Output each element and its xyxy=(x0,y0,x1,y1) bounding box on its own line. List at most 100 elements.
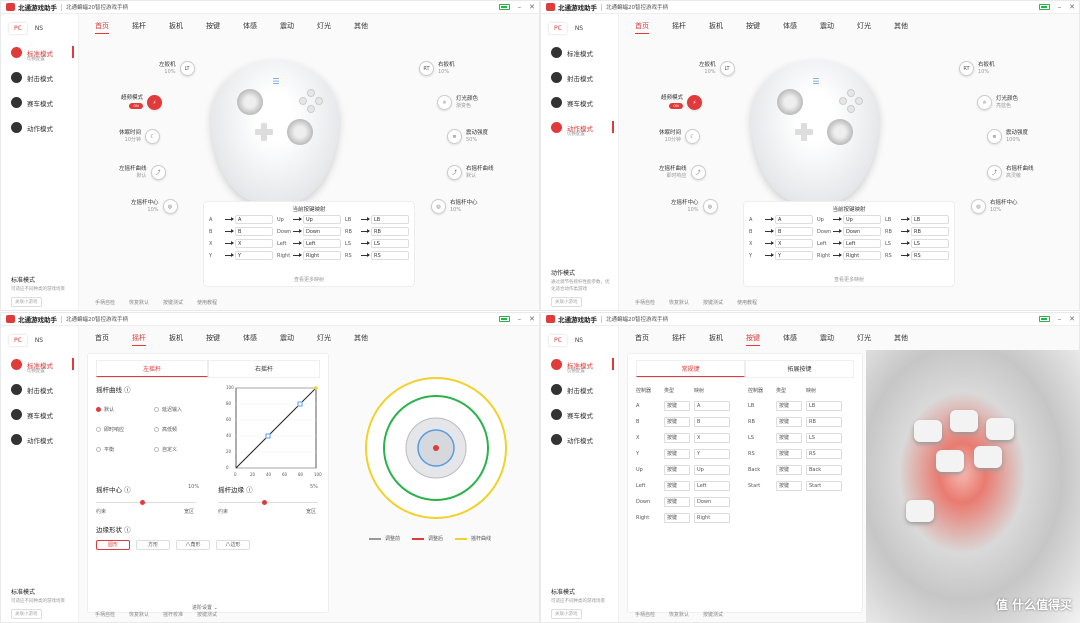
tab-item[interactable]: 体感 xyxy=(243,333,257,346)
tab-item[interactable]: 灯光 xyxy=(317,333,331,346)
key-target[interactable]: A xyxy=(235,215,273,224)
mode-item[interactable]: 赛车模式 xyxy=(11,90,78,115)
key-target[interactable]: Up xyxy=(843,215,881,224)
setting-widget[interactable]: ⤴ 左摇杆曲线 默认 xyxy=(119,165,166,180)
key-type[interactable]: 按键 xyxy=(664,497,690,507)
key-mapping[interactable]: Up xyxy=(694,465,730,475)
key-target[interactable]: X xyxy=(775,239,813,248)
curve-point[interactable] xyxy=(297,401,303,407)
key-target[interactable]: Left xyxy=(303,239,341,248)
key-mapping[interactable]: Back xyxy=(806,465,842,475)
key-target[interactable]: Up xyxy=(303,215,341,224)
curve-option[interactable]: 延迟输入 xyxy=(154,406,182,413)
setting-widget[interactable]: ⤴ 右摇杆曲线 高灵敏 xyxy=(987,165,1034,180)
key-map-more[interactable]: 查看更多映射 xyxy=(744,276,954,283)
toggle-switch[interactable]: ON xyxy=(129,103,144,110)
tab-item[interactable]: 其他 xyxy=(354,333,368,346)
key-type[interactable]: 按键 xyxy=(776,481,802,491)
slider-knob[interactable] xyxy=(262,500,267,505)
mode-item[interactable]: 动作模式 xyxy=(11,427,78,452)
mode-item[interactable]: 标准模式 切换配置 xyxy=(11,40,78,65)
key-target[interactable]: Down xyxy=(843,227,881,236)
setting-widget[interactable]: ⚡ 超频模式 ON xyxy=(121,95,163,111)
key-type[interactable]: 按键 xyxy=(776,465,802,475)
key-target[interactable]: Left xyxy=(843,239,881,248)
footer-link[interactable]: 手柄自检 xyxy=(635,611,655,618)
key-target[interactable]: Right xyxy=(303,251,341,260)
key-target[interactable]: X xyxy=(235,239,273,248)
curve-option[interactable]: 平衡 xyxy=(96,446,114,453)
footer-link[interactable]: 恢复默认 xyxy=(669,611,689,618)
tab-item[interactable]: 震动 xyxy=(280,21,294,34)
footer-link[interactable]: 摇杆校准 xyxy=(163,611,183,618)
tab-item[interactable]: 其他 xyxy=(354,21,368,34)
footer-link[interactable]: 使用教程 xyxy=(197,299,217,306)
footer-link[interactable]: 手柄自检 xyxy=(95,299,115,306)
footer-link[interactable]: 恢复默认 xyxy=(129,299,149,306)
key-target[interactable]: Y xyxy=(775,251,813,260)
tab-item[interactable]: 震动 xyxy=(820,21,834,34)
setting-widget[interactable]: LT 左扳机 10% xyxy=(699,61,735,76)
footer-link[interactable]: 按键测试 xyxy=(703,611,723,618)
key-target[interactable]: LS xyxy=(911,239,949,248)
setting-widget[interactable]: ☼ 灯光颜色 亮蓝色 xyxy=(977,95,1018,110)
key-mapping[interactable]: Y xyxy=(694,449,730,459)
key-target[interactable]: LS xyxy=(371,239,409,248)
platform-pc[interactable]: PC xyxy=(9,335,27,346)
tab-item[interactable]: 体感 xyxy=(243,21,257,34)
tab-item[interactable]: 首页 xyxy=(95,333,109,346)
advanced-settings-link[interactable]: 进阶设置 ⌄ xyxy=(192,604,218,611)
key-type[interactable]: 按键 xyxy=(664,401,690,411)
key-type[interactable]: 按键 xyxy=(664,417,690,427)
key-type[interactable]: 按键 xyxy=(664,465,690,475)
footer-link[interactable]: 按键测试 xyxy=(163,299,183,306)
setting-widget[interactable]: RT 右扳机 10% xyxy=(419,61,455,76)
mode-item[interactable]: 动作模式 xyxy=(11,115,78,140)
key-target[interactable]: B xyxy=(235,227,273,236)
setting-widget[interactable]: ⤴ 左摇杆曲线 即时响应 xyxy=(659,165,706,180)
minimize-icon[interactable]: – xyxy=(1058,315,1062,323)
key-target[interactable]: LB xyxy=(371,215,409,224)
setting-widget[interactable]: ☾ 休眠时间 10分钟 xyxy=(659,129,701,144)
close-icon[interactable]: ✕ xyxy=(529,3,535,11)
key-type[interactable]: 按键 xyxy=(664,513,690,523)
setting-widget[interactable]: ◎ 左摇杆中心 10% xyxy=(131,199,178,214)
key-target[interactable]: RS xyxy=(911,251,949,260)
key-mapping[interactable]: LS xyxy=(806,433,842,443)
key-tab[interactable]: 拓展按键 xyxy=(745,360,854,377)
key-mapping[interactable]: RB xyxy=(806,417,842,427)
footer-link[interactable]: 手柄自检 xyxy=(95,611,115,618)
tab-item[interactable]: 首页 xyxy=(635,21,649,34)
key-target[interactable]: Right xyxy=(843,251,881,260)
mode-item[interactable]: 标准模式 切换配置 xyxy=(11,352,78,377)
key-type[interactable]: 按键 xyxy=(664,481,690,491)
tab-item[interactable]: 按键 xyxy=(746,333,760,346)
tab-item[interactable]: 震动 xyxy=(820,333,834,346)
key-map-more[interactable]: 查看更多映射 xyxy=(204,276,414,283)
toggle-switch[interactable]: ON xyxy=(669,103,684,110)
key-target[interactable]: RS xyxy=(371,251,409,260)
tab-item[interactable]: 其他 xyxy=(894,21,908,34)
close-icon[interactable]: ✕ xyxy=(1069,3,1075,11)
platform-pc[interactable]: PC xyxy=(549,335,567,346)
setting-widget[interactable]: ◎ 右摇杆中心 10% xyxy=(431,199,478,214)
mini-game-button[interactable]: 关联小游戏 xyxy=(11,609,42,619)
key-target[interactable]: RB xyxy=(371,227,409,236)
platform-ns[interactable]: NS xyxy=(570,335,588,346)
footer-link[interactable]: 恢复默认 xyxy=(129,611,149,618)
curve-point[interactable] xyxy=(265,433,271,439)
key-mapping[interactable]: A xyxy=(694,401,730,411)
setting-widget[interactable]: ☼ 灯光颜色 渐变色 xyxy=(437,95,478,110)
footer-link[interactable]: 按键测试 xyxy=(197,611,217,618)
mode-item[interactable]: 射击模式 xyxy=(11,65,78,90)
tab-item[interactable]: 扳机 xyxy=(169,21,183,34)
curve-option[interactable]: 自定义 xyxy=(154,446,177,453)
key-mapping[interactable]: RS xyxy=(806,449,842,459)
minimize-icon[interactable]: – xyxy=(518,3,522,11)
tab-item[interactable]: 摇杆 xyxy=(672,333,686,346)
key-target[interactable]: Down xyxy=(303,227,341,236)
mini-game-button[interactable]: 关联小游戏 xyxy=(11,297,42,307)
stick-tab[interactable]: 右摇杆 xyxy=(208,360,320,377)
curve-option[interactable]: 即时响应 xyxy=(96,426,124,433)
setting-widget[interactable]: ⤴ 右摇杆曲线 默认 xyxy=(447,165,494,180)
